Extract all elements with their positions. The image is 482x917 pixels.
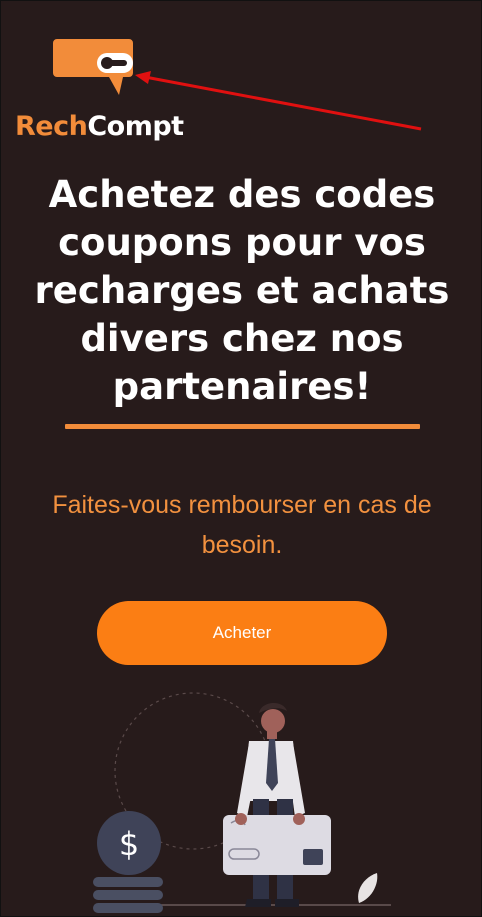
coin-stack-icon: $ [93,811,163,913]
coin-symbol: $ [119,825,139,863]
person-figure [237,702,305,907]
hero-headline: Achetez des codes coupons pour vos recha… [34,173,450,408]
headline-divider [65,424,420,429]
hero-subtext: Faites-vous rembourser en cas de besoin. [52,491,432,559]
app-screen: RechCompt Achetez des codes coupons pour… [0,0,482,917]
wallet-icon [53,39,133,95]
brand-name-part2: Compt [87,111,184,142]
buy-button[interactable]: Acheter [97,601,387,665]
hero-illustration: $ [93,692,391,913]
brand-logo[interactable]: RechCompt [15,35,185,145]
brand-name: RechCompt [15,111,184,142]
brand-name-part1: Rech [15,111,88,142]
